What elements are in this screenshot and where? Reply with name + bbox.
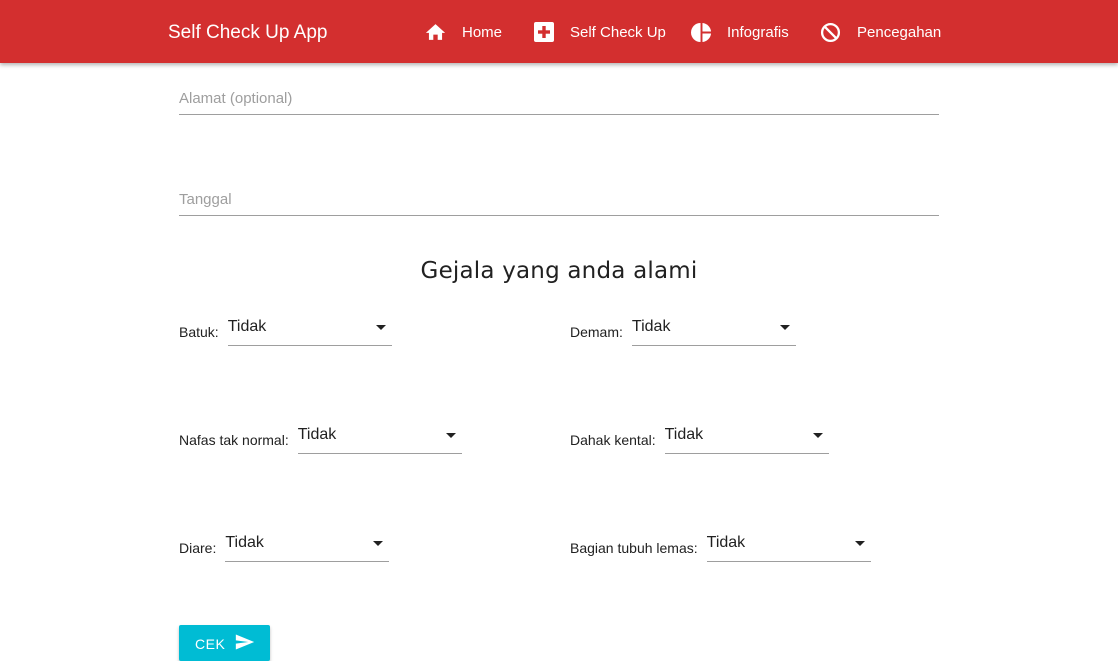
app-bar: Self Check Up App Home Self Check Up Inf… xyxy=(0,0,1118,63)
nav-home[interactable]: Home xyxy=(425,18,502,46)
bagian-tubuh-lemas-select[interactable]: Tidak xyxy=(706,522,871,562)
dropdown-arrow-icon xyxy=(812,433,823,438)
diare-select[interactable]: Tidak xyxy=(225,522,390,562)
medical-cross-icon xyxy=(534,22,554,42)
alamat-field[interactable] xyxy=(179,84,939,115)
select-value: Tidak xyxy=(631,318,671,335)
symptom-batuk: Batuk: Tidak xyxy=(179,306,392,346)
symptom-bagian-tubuh-lemas: Bagian tubuh lemas: Tidak xyxy=(570,522,871,562)
block-icon xyxy=(820,22,841,43)
select-value: Tidak xyxy=(227,318,267,335)
nav-home-label: Home xyxy=(462,23,503,41)
home-icon xyxy=(425,23,446,41)
nav-self-check-up[interactable]: Self Check Up xyxy=(534,18,666,46)
symptom-demam: Demam: Tidak xyxy=(570,306,796,346)
nav-self-check-up-label: Self Check Up xyxy=(570,23,666,41)
cek-button-label: CEK xyxy=(195,636,226,652)
tanggal-input[interactable] xyxy=(179,185,939,213)
nav-infografis-label: Infografis xyxy=(727,23,789,41)
symptom-label: Nafas tak normal: xyxy=(179,432,289,448)
dropdown-arrow-icon xyxy=(373,541,384,546)
dropdown-arrow-icon xyxy=(445,433,456,438)
symptom-label: Dahak kental: xyxy=(570,432,656,448)
select-value: Tidak xyxy=(706,534,746,551)
symptom-label: Demam: xyxy=(570,324,623,340)
dropdown-arrow-icon xyxy=(854,541,865,546)
nav-pencegahan-label: Pencegahan xyxy=(857,23,942,41)
symptom-label: Diare: xyxy=(179,540,217,556)
select-value: Tidak xyxy=(297,426,337,443)
symptom-label: Batuk: xyxy=(179,324,219,340)
app-title[interactable]: Self Check Up App xyxy=(168,22,327,44)
dahak-kental-select[interactable]: Tidak xyxy=(664,414,829,454)
tanggal-field[interactable] xyxy=(179,185,939,216)
nav-infografis[interactable]: Infografis xyxy=(691,18,789,46)
alamat-input[interactable] xyxy=(179,84,939,112)
pie-chart-icon xyxy=(691,22,712,43)
dropdown-arrow-icon xyxy=(375,325,386,330)
symptom-label: Bagian tubuh lemas: xyxy=(570,540,698,556)
nav-pencegahan[interactable]: Pencegahan xyxy=(820,18,941,46)
cek-submit-button[interactable]: CEK xyxy=(179,625,270,661)
batuk-select[interactable]: Tidak xyxy=(227,306,392,346)
nafas-tak-normal-select[interactable]: Tidak xyxy=(297,414,462,454)
symptom-nafas-tak-normal: Nafas tak normal: Tidak xyxy=(179,414,462,454)
symptom-diare: Diare: Tidak xyxy=(179,522,390,562)
select-value: Tidak xyxy=(225,534,264,551)
symptoms-heading: Gejala yang anda alami xyxy=(420,258,698,284)
select-value: Tidak xyxy=(664,426,704,443)
demam-select[interactable]: Tidak xyxy=(631,306,796,346)
dropdown-arrow-icon xyxy=(779,325,790,330)
symptom-dahak-kental: Dahak kental: Tidak xyxy=(570,414,829,454)
